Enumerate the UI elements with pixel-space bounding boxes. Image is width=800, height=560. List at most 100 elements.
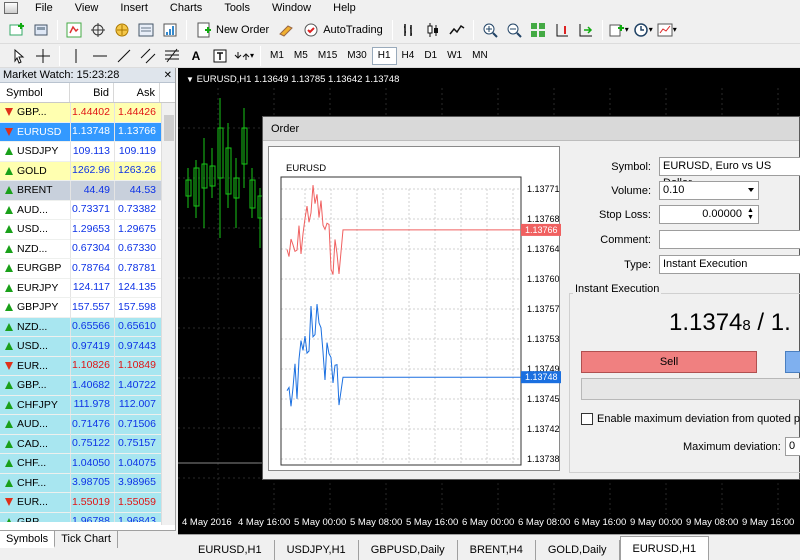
market-watch-row[interactable]: GBP... 1.40682 1.40722 bbox=[0, 375, 175, 396]
timeframe-m15[interactable]: M15 bbox=[313, 47, 342, 65]
channel-button[interactable] bbox=[137, 45, 159, 67]
zoom-out-button[interactable] bbox=[503, 19, 525, 41]
menu-tools[interactable]: Tools bbox=[213, 2, 261, 14]
chart-tab[interactable]: GBPUSD,Daily bbox=[359, 540, 458, 560]
column-symbol[interactable]: Symbol bbox=[0, 83, 70, 102]
market-watch-row[interactable]: EURJPY 124.117 124.135 bbox=[0, 278, 175, 298]
terminal-button[interactable] bbox=[135, 19, 157, 41]
arrow-up-icon bbox=[5, 420, 13, 429]
chart-tab[interactable]: BRENT,H4 bbox=[458, 540, 536, 560]
navigator-button[interactable] bbox=[111, 19, 133, 41]
metaeditor-button[interactable] bbox=[275, 19, 297, 41]
fibonacci-button[interactable] bbox=[161, 45, 183, 67]
market-watch-row[interactable]: USD... 1.29653 1.29675 bbox=[0, 219, 175, 240]
symbol-select[interactable]: EURUSD, Euro vs US Dollar bbox=[659, 157, 800, 189]
periods-button[interactable]: ▾ bbox=[632, 19, 654, 41]
horizontal-line-button[interactable] bbox=[89, 45, 111, 67]
timeframe-m5[interactable]: M5 bbox=[289, 47, 313, 65]
strategy-tester-button[interactable] bbox=[159, 19, 181, 41]
stop-loss-spinner[interactable]: ▲ ▼ bbox=[747, 207, 754, 221]
text-label-button[interactable] bbox=[209, 45, 231, 67]
buy-button[interactable] bbox=[785, 351, 800, 373]
market-watch-row[interactable]: USD... 0.97419 0.97443 bbox=[0, 336, 175, 357]
candlestick-button[interactable] bbox=[422, 19, 444, 41]
menu-file[interactable]: File bbox=[24, 2, 64, 14]
tab-tick-chart[interactable]: Tick Chart bbox=[55, 531, 118, 548]
trendline-button[interactable] bbox=[113, 45, 135, 67]
market-watch-row[interactable]: GBP... 1.44402 1.44426 bbox=[0, 103, 175, 123]
bar-chart-button[interactable] bbox=[398, 19, 420, 41]
autotrading-button[interactable]: AutoTrading bbox=[299, 19, 387, 41]
data-window-button[interactable] bbox=[87, 19, 109, 41]
order-type-select[interactable]: Instant Execution bbox=[659, 255, 800, 274]
tile-windows-button[interactable] bbox=[527, 19, 549, 41]
max-deviation-checkbox-row[interactable]: Enable maximum deviation from quoted pri… bbox=[581, 413, 800, 425]
column-bid[interactable]: Bid bbox=[70, 83, 114, 102]
menu-view[interactable]: View bbox=[64, 2, 110, 14]
market-watch-button[interactable] bbox=[63, 19, 85, 41]
line-chart-button[interactable] bbox=[446, 19, 468, 41]
timeframe-d1[interactable]: D1 bbox=[419, 47, 442, 65]
new-chart-button[interactable] bbox=[6, 19, 28, 41]
market-watch-row[interactable]: CAD... 0.75122 0.75157 bbox=[0, 434, 175, 454]
menu-help[interactable]: Help bbox=[322, 2, 367, 14]
menu-window[interactable]: Window bbox=[261, 2, 322, 14]
market-watch-row[interactable]: BRENT 44.49 44.53 bbox=[0, 180, 175, 201]
chart-tab[interactable]: GOLD,Daily bbox=[536, 540, 620, 560]
market-watch-row[interactable]: USDJPY 109.113 109.119 bbox=[0, 141, 175, 162]
max-deviation-checkbox[interactable] bbox=[581, 413, 593, 425]
market-watch-row[interactable]: NZD... 0.65566 0.65610 bbox=[0, 317, 175, 337]
column-ask[interactable]: Ask bbox=[114, 83, 160, 102]
timeframe-m30[interactable]: M30 bbox=[342, 47, 371, 65]
timeframe-w1[interactable]: W1 bbox=[442, 47, 467, 65]
arrows-button[interactable]: ▾ bbox=[233, 45, 255, 67]
market-watch-row[interactable]: EURGBP 0.78764 0.78781 bbox=[0, 258, 175, 279]
market-watch-row[interactable]: GOLD 1262.96 1263.26 bbox=[0, 161, 175, 181]
vertical-line-button[interactable] bbox=[65, 45, 87, 67]
market-watch-row[interactable]: EUR... 1.10826 1.10849 bbox=[0, 356, 175, 376]
volume-combo[interactable]: 0.10 bbox=[659, 181, 759, 200]
chart-tab[interactable]: EURUSD,H1 bbox=[186, 540, 275, 560]
market-watch-row[interactable]: AUD... 0.71476 0.71506 bbox=[0, 414, 175, 435]
market-watch-row[interactable]: NZD... 0.67304 0.67330 bbox=[0, 239, 175, 259]
market-watch-row[interactable]: GBPJPY 157.557 157.598 bbox=[0, 297, 175, 318]
chart-tab[interactable]: USDJPY,H1 bbox=[275, 540, 359, 560]
market-watch-row[interactable]: EURUSD 1.13748 1.13766 bbox=[0, 122, 175, 142]
close-icon[interactable]: ✕ bbox=[164, 68, 172, 83]
market-watch-row[interactable]: CHF... 3.98705 3.98965 bbox=[0, 473, 175, 493]
timeframe-h4[interactable]: H4 bbox=[397, 47, 420, 65]
templates-button[interactable]: ▾ bbox=[656, 19, 678, 41]
market-watch-row[interactable]: AUD... 0.73371 0.73382 bbox=[0, 200, 175, 220]
timeframe-m1[interactable]: M1 bbox=[265, 47, 289, 65]
place-button[interactable] bbox=[581, 378, 800, 400]
chart-tab[interactable]: EURUSD,H1 bbox=[619, 536, 710, 560]
chart-dropdown-icon[interactable]: ▼ bbox=[186, 75, 194, 84]
scrollbar-thumb[interactable] bbox=[164, 115, 174, 141]
profiles-button[interactable] bbox=[30, 19, 52, 41]
menu-insert[interactable]: Insert bbox=[109, 2, 159, 14]
market-watch-row[interactable]: CHF... 1.04050 1.04075 bbox=[0, 453, 175, 474]
market-watch-row[interactable]: CHFJPY 111.978 112.007 bbox=[0, 395, 175, 415]
zoom-in-button[interactable] bbox=[479, 19, 501, 41]
timeframe-mn[interactable]: MN bbox=[467, 47, 493, 65]
row-bid: 0.73371 bbox=[70, 200, 114, 220]
text-button[interactable]: A bbox=[185, 45, 207, 67]
market-watch-row[interactable]: EUR... 1.55019 1.55059 bbox=[0, 492, 175, 513]
chart-shift-button[interactable] bbox=[551, 19, 573, 41]
market-watch-scrollbar[interactable] bbox=[161, 103, 175, 525]
timeframe-h1[interactable]: H1 bbox=[371, 46, 397, 65]
indicators-button[interactable]: ▾ bbox=[608, 19, 630, 41]
crosshair-button[interactable] bbox=[32, 45, 54, 67]
new-order-button[interactable]: New Order bbox=[192, 19, 273, 41]
auto-scroll-button[interactable] bbox=[575, 19, 597, 41]
tab-symbols[interactable]: Symbols bbox=[0, 531, 56, 548]
arrow-up-icon bbox=[5, 342, 13, 351]
max-deviation-input[interactable]: 0 bbox=[785, 437, 800, 456]
app-icon[interactable] bbox=[4, 2, 18, 14]
comment-input[interactable] bbox=[659, 230, 800, 249]
market-watch-row[interactable]: GBP... 1.96788 1.96843 bbox=[0, 512, 175, 522]
sell-button[interactable]: Sell bbox=[581, 351, 757, 373]
cursor-button[interactable] bbox=[8, 45, 30, 67]
stop-loss-input[interactable]: 0.00000 bbox=[659, 205, 759, 224]
menu-charts[interactable]: Charts bbox=[159, 2, 213, 14]
